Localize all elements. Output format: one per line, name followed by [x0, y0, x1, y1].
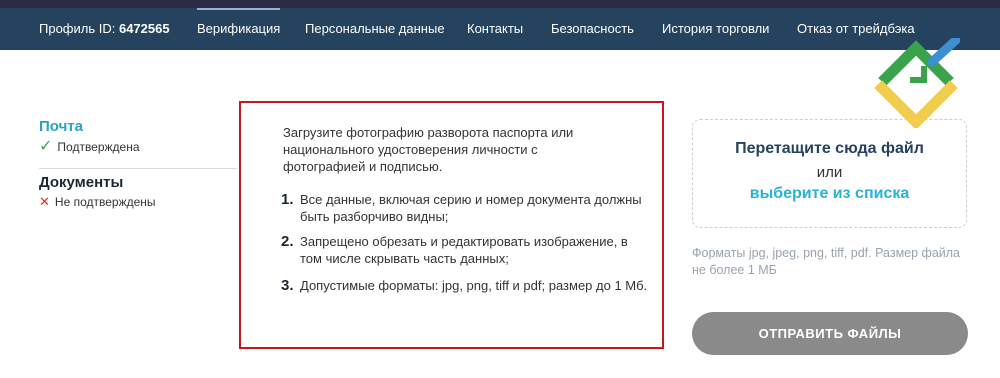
verification-steps: Почта ✓ Подтверждена Документы ✕ Не подт…: [39, 118, 237, 209]
instructions-box: Загрузите фотографию разворота паспорта …: [239, 101, 664, 349]
tab-personal-data[interactable]: Персональные данные: [305, 8, 445, 50]
rule-item: 1. Все данные, включая серию и номер док…: [281, 191, 651, 225]
rule-text: Допустимые форматы: jpg, png, tiff и pdf…: [300, 278, 648, 293]
watermark-logo-icon: [874, 38, 960, 128]
profile-id-label: Профиль ID:: [39, 21, 119, 36]
step-documents[interactable]: Документы ✕ Не подтверждены: [39, 174, 237, 209]
send-files-button[interactable]: ОТПРАВИТЬ ФАЙЛЫ: [692, 312, 968, 355]
rule-item: 3. Допустимые форматы: jpg, png, tiff и …: [281, 277, 651, 294]
tab-verification[interactable]: Верификация: [197, 8, 281, 50]
dropzone-title: Перетащите сюда файл: [735, 140, 924, 157]
profile-id-value: 6472565: [118, 21, 170, 36]
cross-icon: ✕: [39, 194, 50, 209]
rule-text: Все данные, включая серию и номер докуме…: [300, 192, 642, 224]
step-documents-status: ✕ Не подтверждены: [39, 195, 237, 209]
rule-text: Запрещено обрезать и редактировать изобр…: [300, 234, 628, 266]
rule-number: 1.: [281, 191, 294, 208]
step-documents-title: Документы: [39, 174, 124, 191]
file-dropzone[interactable]: Перетащите сюда файл или выберите из спи…: [692, 119, 967, 228]
tab-contacts[interactable]: Контакты: [467, 8, 523, 50]
check-icon: ✓: [39, 138, 53, 155]
tab-security[interactable]: Безопасность: [551, 8, 634, 50]
dropzone-or: или: [816, 164, 843, 181]
rule-item: 2. Запрещено обрезать и редактировать из…: [281, 233, 651, 267]
instructions-intro: Загрузите фотографию разворота паспорта …: [283, 125, 574, 174]
top-navigation-bar: Профиль ID: 6472565 Верификация Персонал…: [0, 0, 1000, 50]
step-mail-status-text: Подтверждена: [57, 140, 140, 154]
sidebar-divider: [39, 168, 237, 169]
formats-note: Форматы jpg, jpeg, png, tiff, pdf. Разме…: [692, 246, 961, 277]
profile-id: Профиль ID: 6472565: [39, 8, 170, 50]
tab-trading-history[interactable]: История торговли: [662, 8, 769, 50]
step-documents-status-text: Не подтверждены: [54, 195, 156, 209]
step-mail-status: ✓ Подтверждена: [39, 138, 237, 155]
choose-file-link[interactable]: выберите из списка: [693, 185, 966, 203]
step-mail[interactable]: Почта ✓ Подтверждена: [39, 118, 237, 155]
rule-number: 2.: [281, 233, 294, 250]
rule-number: 3.: [281, 277, 294, 294]
step-mail-title: Почта: [39, 118, 83, 135]
